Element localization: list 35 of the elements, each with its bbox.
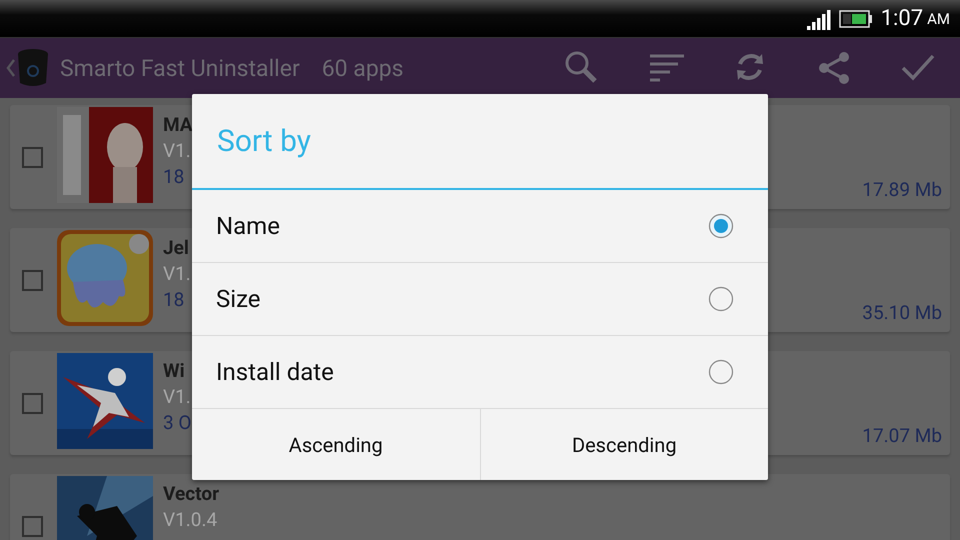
app-version: V1.: [163, 139, 192, 162]
checkbox[interactable]: [22, 392, 43, 414]
app-size: 17.89 Mb: [862, 178, 942, 201]
dialog-title: Sort by: [217, 124, 311, 158]
checkbox[interactable]: [22, 516, 43, 536]
radio-button[interactable]: [708, 286, 734, 312]
app-detail: 18: [163, 288, 186, 311]
app-count: 60 apps: [322, 54, 404, 82]
checkbox[interactable]: [22, 146, 43, 168]
clock-time: 1:07: [880, 6, 924, 31]
sort-option[interactable]: Install date: [192, 336, 768, 409]
app-size: 17.07 Mb: [862, 424, 942, 447]
app-detail: 18: [163, 165, 186, 188]
app-size: 35.10 Mb: [862, 301, 942, 324]
radio-button[interactable]: [708, 359, 734, 385]
checkbox[interactable]: [22, 270, 43, 290]
radio-button[interactable]: [708, 213, 734, 239]
share-icon[interactable]: [816, 50, 852, 86]
app-version: V1.0.4: [163, 508, 218, 531]
app-title: Smarto Fast Uninstaller: [60, 54, 300, 82]
app-name: Wi: [163, 359, 186, 382]
back-caret-icon[interactable]: [6, 58, 16, 78]
sort-option[interactable]: Name: [192, 190, 768, 263]
trash-can-icon: [16, 47, 50, 89]
clock-meridiem: AM: [927, 10, 950, 28]
sort-option[interactable]: Size: [192, 263, 768, 336]
app-version: V1.: [163, 385, 192, 408]
app-name: Vector: [163, 482, 220, 505]
app-name: Jel: [163, 236, 190, 259]
app-version: V1.: [163, 262, 191, 285]
app-detail: 3 O: [163, 411, 192, 434]
battery-icon: [838, 8, 873, 28]
signal-icon: [806, 8, 831, 30]
sort-order-button[interactable]: Descending: [480, 409, 768, 480]
app-name: MA: [163, 113, 193, 136]
